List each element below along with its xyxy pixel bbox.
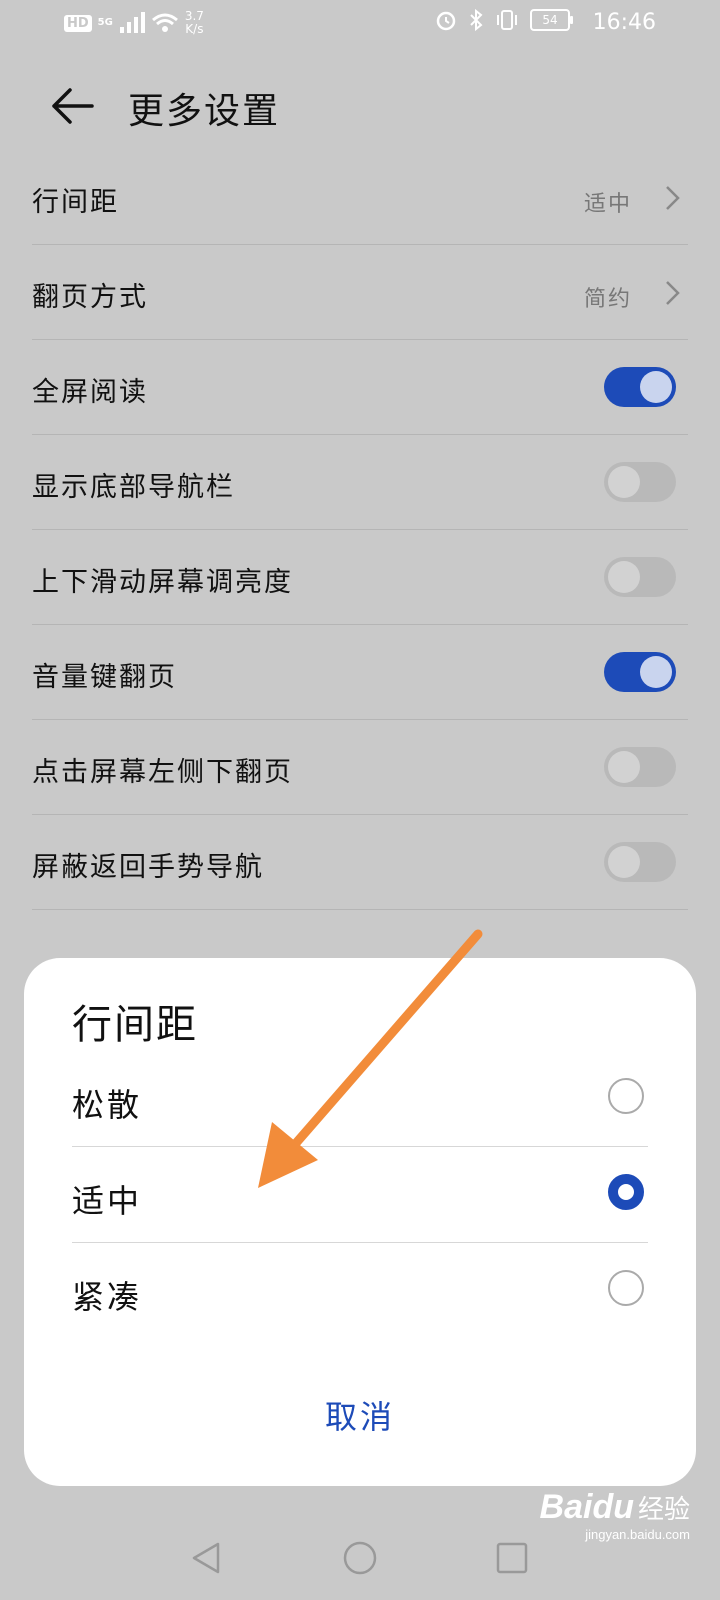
toggle-knob [640,656,672,688]
setting-label: 显示底部导航栏 [32,472,235,503]
option-label: 紧凑 [72,1278,143,1316]
setting-label: 屏蔽返回手势导航 [32,852,264,883]
speed-unit: K/s [185,22,204,36]
toggle-knob [608,561,640,593]
setting-label: 翻页方式 [32,282,148,313]
setting-volume-key-turn: 音量键翻页 [32,625,688,720]
nav-home-icon[interactable] [340,1538,380,1578]
bluetooth-icon [470,8,483,32]
wifi-icon [151,13,178,32]
chevron-right-icon [666,186,680,210]
setting-value: 简约 [583,287,632,312]
setting-swipe-brightness: 上下滑动屏幕调亮度 [32,530,688,625]
dialog-title: 行间距 [72,1002,198,1048]
status-right: 54 [434,8,573,32]
option-loose[interactable]: 松散 [72,1050,648,1147]
setting-value: 适中 [583,192,632,217]
nav-recent-apps-icon[interactable] [494,1540,530,1576]
signal-icon [119,12,145,33]
page-title: 更多设置 [128,91,281,132]
toggle-knob [608,466,640,498]
toggle-knob [640,371,672,403]
setting-label: 全屏阅读 [32,377,148,408]
swipe-brightness-toggle[interactable] [604,557,676,597]
watermark-url: jingyan.baidu.com [585,1527,690,1542]
tap-left-toggle[interactable] [604,747,676,787]
network-speed: 3.7 K/s [185,10,204,36]
setting-label: 音量键翻页 [32,662,177,693]
setting-label: 行间距 [32,187,119,218]
toggle-knob [608,751,640,783]
setting-label: 上下滑动屏幕调亮度 [32,567,293,598]
volume-key-toggle[interactable] [604,652,676,692]
option-label: 适中 [72,1182,143,1220]
watermark-sub: 经验 [637,1494,690,1524]
fullscreen-toggle[interactable] [604,367,676,407]
radio-button[interactable] [608,1270,644,1306]
vibrate-icon [497,10,517,30]
radio-button-selected[interactable] [608,1174,644,1210]
option-label: 松散 [72,1086,143,1124]
setting-fullscreen-reading: 全屏阅读 [32,340,688,435]
setting-page-turn-mode[interactable]: 翻页方式 简约 [32,245,688,340]
toggle-knob [608,846,640,878]
radio-button[interactable] [608,1078,644,1114]
watermark-brand: Baidu [539,1488,634,1526]
bottom-nav-toggle[interactable] [604,462,676,502]
option-compact[interactable]: 紧凑 [72,1242,648,1338]
baidu-watermark: Baidu 经验 jingyan.baidu.com [540,1488,690,1542]
status-bar: HD 5G 3.7 K/s 54 16:46 [0,0,720,48]
back-arrow-icon[interactable] [48,84,96,128]
cancel-button[interactable]: 取消 [24,1392,696,1438]
block-gesture-toggle[interactable] [604,842,676,882]
app-header: 更多设置 [0,60,720,150]
setting-label: 点击屏幕左侧下翻页 [32,757,293,788]
hd-badge: HD [64,14,92,32]
status-time: 16:46 [592,10,656,35]
option-medium[interactable]: 适中 [72,1146,648,1243]
network-type: 5G [97,17,113,28]
alarm-icon [436,11,456,31]
nav-back-icon[interactable] [186,1538,226,1578]
chevron-right-icon [666,281,680,305]
settings-list: 行间距 适中 翻页方式 简约 全屏阅读 显示底部导航栏 上下滑动屏幕调亮度 音量… [32,150,688,910]
setting-show-bottom-nav: 显示底部导航栏 [32,435,688,530]
setting-tap-left-next: 点击屏幕左侧下翻页 [32,720,688,815]
setting-line-spacing[interactable]: 行间距 适中 [32,150,688,245]
status-left: HD 5G 3.7 K/s [64,10,204,36]
line-spacing-dialog: 行间距 松散 适中 紧凑 取消 [24,958,696,1486]
setting-block-back-gesture: 屏蔽返回手势导航 [32,815,688,910]
battery-indicator: 54 [530,9,573,31]
